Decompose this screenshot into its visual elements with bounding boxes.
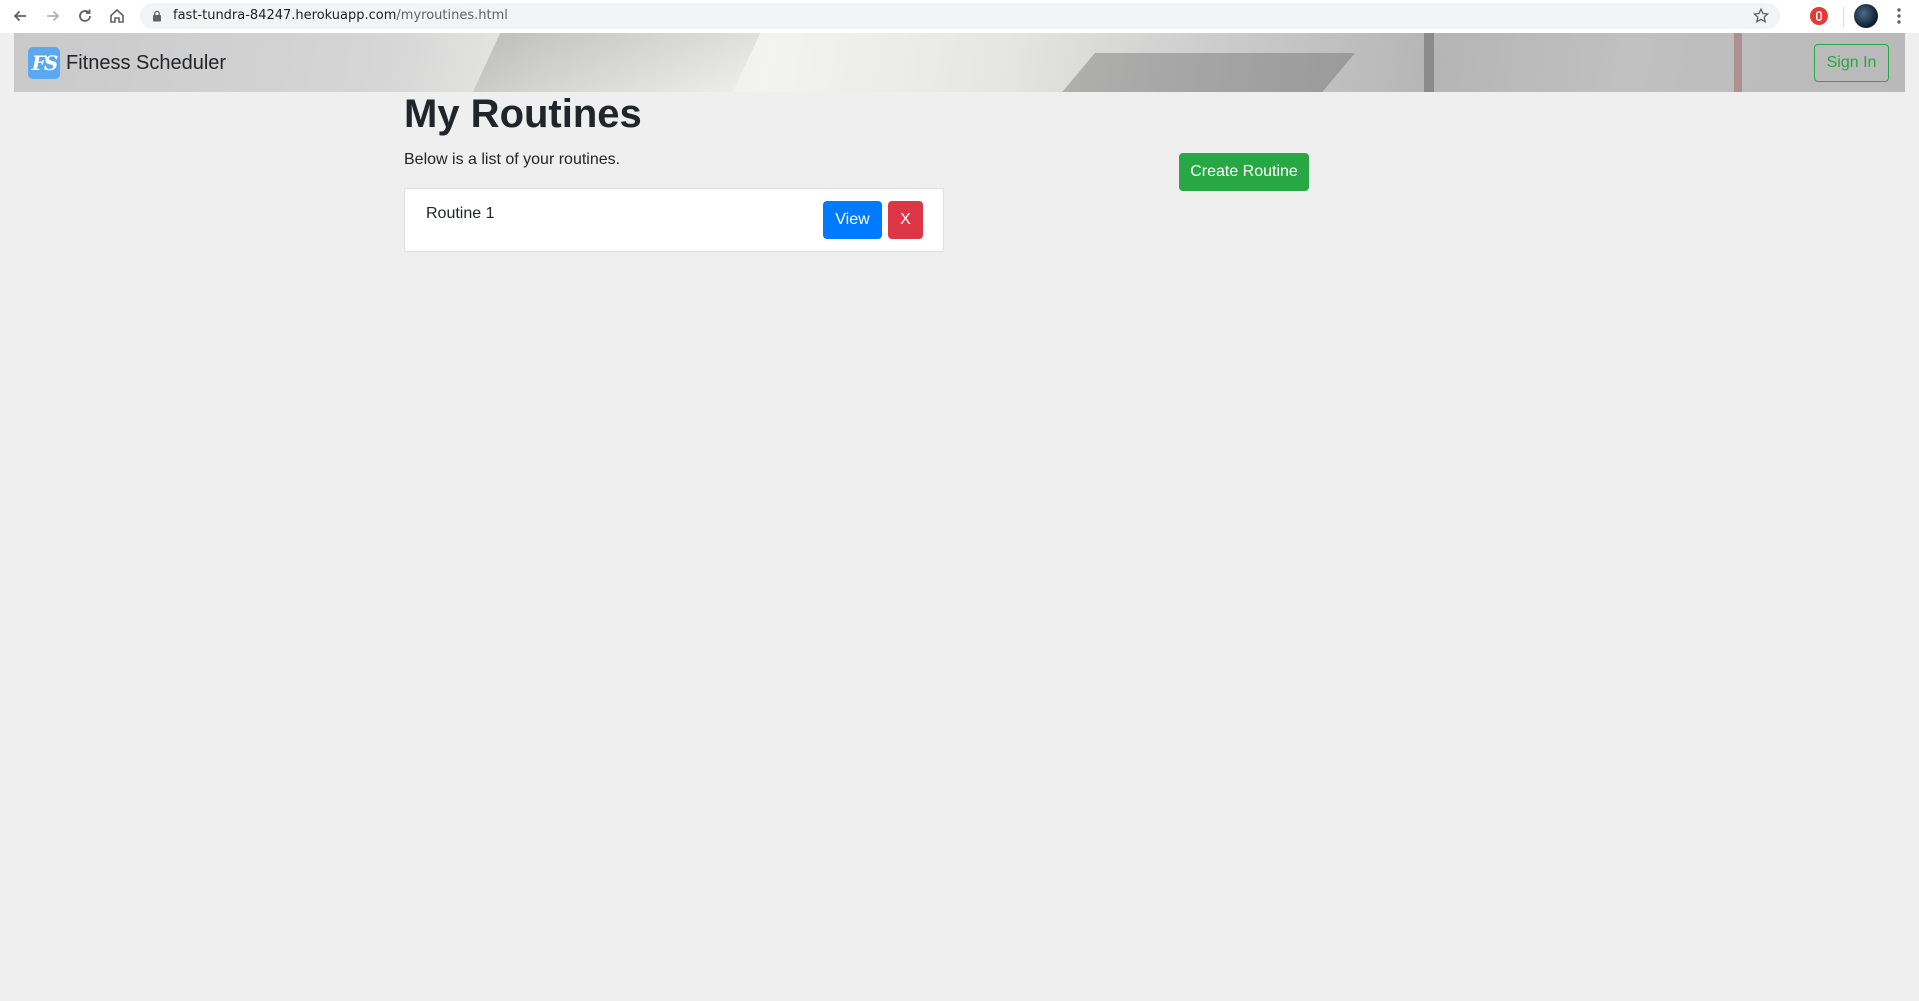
profile-avatar[interactable] bbox=[1854, 4, 1878, 28]
url-path: /myroutines.html bbox=[396, 8, 508, 23]
url-text: fast-tundra-84247.herokuapp.com/myroutin… bbox=[173, 8, 508, 23]
reload-button[interactable] bbox=[73, 4, 97, 28]
routine-name: Routine 1 bbox=[426, 205, 495, 222]
page-subtitle: Below is a list of your routines. bbox=[404, 151, 621, 168]
home-button[interactable] bbox=[105, 4, 129, 28]
navbar-background-decoration bbox=[1424, 33, 1434, 92]
brand-logo: FS bbox=[28, 47, 60, 79]
navbar-background-decoration bbox=[463, 33, 765, 92]
extension-icon[interactable] bbox=[1809, 6, 1829, 26]
page-title: My Routines bbox=[404, 92, 642, 136]
lock-icon bbox=[153, 10, 161, 22]
create-routine-button[interactable]: Create Routine bbox=[1179, 153, 1309, 191]
bookmark-star-icon[interactable] bbox=[1752, 7, 1770, 25]
navbar-background-decoration bbox=[1053, 53, 1355, 92]
routine-list-item: Routine 1 View X bbox=[404, 188, 944, 252]
address-bar[interactable]: fast-tundra-84247.herokuapp.com/myroutin… bbox=[140, 3, 1780, 29]
more-menu-icon[interactable] bbox=[1889, 5, 1909, 27]
sign-in-button[interactable]: Sign In bbox=[1814, 44, 1889, 82]
brand-name: Fitness Scheduler bbox=[66, 51, 227, 74]
brand-link[interactable]: FS Fitness Scheduler bbox=[28, 47, 226, 79]
delete-routine-button[interactable]: X bbox=[888, 201, 923, 239]
reload-icon bbox=[79, 9, 91, 22]
back-arrow-icon bbox=[13, 10, 26, 22]
view-routine-button[interactable]: View bbox=[823, 201, 882, 239]
app-navbar: FS Fitness Scheduler Sign In bbox=[14, 33, 1905, 92]
forward-button[interactable] bbox=[41, 4, 65, 28]
url-host: fast-tundra-84247.herokuapp.com bbox=[173, 8, 397, 23]
home-icon bbox=[110, 8, 124, 23]
forward-arrow-icon bbox=[47, 10, 60, 22]
back-button[interactable] bbox=[8, 4, 32, 28]
browser-toolbar: fast-tundra-84247.herokuapp.com/myroutin… bbox=[0, 0, 1919, 33]
toolbar-divider bbox=[1843, 7, 1844, 27]
navbar-background-decoration bbox=[1734, 33, 1742, 92]
